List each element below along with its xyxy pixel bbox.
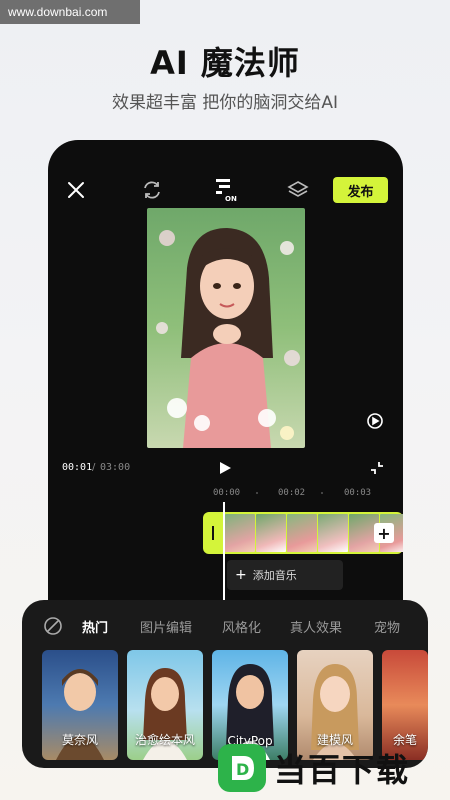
tab-image-edit[interactable]: 图片编辑 [140,617,192,636]
playhead[interactable] [223,502,225,602]
collapse-icon[interactable] [366,457,388,479]
playback-controls: 00:01 / 03:00 00:00 00:02 00:03 [48,448,403,508]
brand-name: 当百下载 [274,750,411,789]
brand-logo-mark: D [218,743,266,792]
video-preview[interactable] [147,208,305,448]
current-time: 00:01 [62,462,93,473]
plus-icon: + [235,567,247,583]
tab-pets[interactable]: 宠物 [374,617,400,636]
frame-thumbnail [225,514,255,552]
add-music-button[interactable]: + 添加音乐 [227,560,343,590]
ruler-label: 00:00 [213,488,241,498]
effect-card-healing-storybook[interactable]: 治愈绘本风 [127,650,203,760]
editor-toolbar: ON 发布 [48,170,403,210]
effect-card-label: 莫奈风 [61,733,98,747]
on-badge: ON [225,195,237,203]
frame-thumbnail [256,514,286,552]
add-music-label: 添加音乐 [252,569,297,582]
site-watermark: www.downbai.com [0,0,140,24]
publish-button[interactable]: 发布 [333,177,388,203]
video-track[interactable]: + [203,512,403,554]
frame-thumbnail [318,514,348,552]
tab-live-action[interactable]: 真人效果 [290,617,342,636]
play-button[interactable] [214,457,236,479]
sync-icon[interactable] [138,176,166,204]
ruler-dot [256,492,258,494]
total-time: 03:00 [100,462,131,473]
effect-card-label: 治愈绘本风 [134,733,195,747]
effect-card-monet[interactable]: 莫奈风 [42,650,118,760]
ruler-dot [321,492,323,494]
brand-logo-letter: D [236,760,249,779]
ruler-label: 00:03 [344,488,372,498]
ruler-label: 00:02 [278,488,306,498]
adjust-on-icon[interactable]: ON [210,176,244,204]
brand-logo: D 当百下载 [218,735,450,800]
layers-icon[interactable] [284,176,312,204]
frame-thumbnail [287,514,317,552]
close-icon[interactable] [62,176,90,204]
tab-hot[interactable]: 热门 [82,617,108,636]
hero-title: AI 魔法师 [150,44,300,82]
tab-stylize[interactable]: 风格化 [222,617,261,636]
no-effect-icon[interactable] [42,615,64,637]
track-trim-handle[interactable] [203,512,223,554]
hero-subtitle: 效果超丰富 把你的脑洞交给AI [111,93,339,113]
phone-editor: ON 发布 00:01 / 03:00 00:00 00:02 00:03 + … [48,140,403,610]
effects-tabs: 热门 图片编辑 风格化 真人效果 宠物 [22,612,428,640]
time-separator: / [92,462,96,473]
add-clip-button[interactable]: + [374,523,394,543]
timer-icon[interactable] [362,408,388,434]
